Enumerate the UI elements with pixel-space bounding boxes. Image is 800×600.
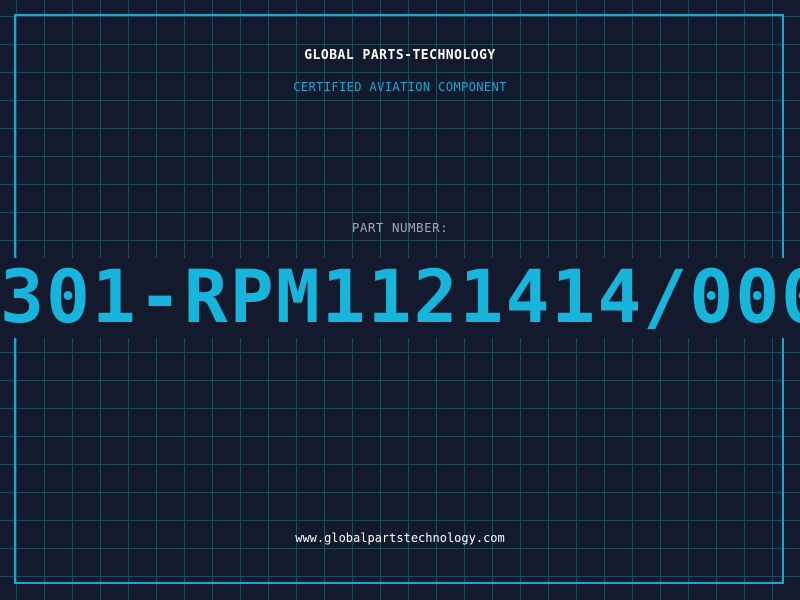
- part-number-value: 301-RPM1121414/000: [0, 258, 800, 338]
- part-number-label: PART NUMBER:: [351, 220, 449, 235]
- certification-subtitle: CERTIFIED AVIATION COMPONENT: [293, 80, 507, 94]
- website-url: www.globalpartstechnology.com: [295, 531, 505, 545]
- certificate-card: GLOBAL PARTS-TECHNOLOGY CERTIFIED AVIATI…: [0, 0, 800, 600]
- company-name: GLOBAL PARTS-TECHNOLOGY: [304, 48, 496, 63]
